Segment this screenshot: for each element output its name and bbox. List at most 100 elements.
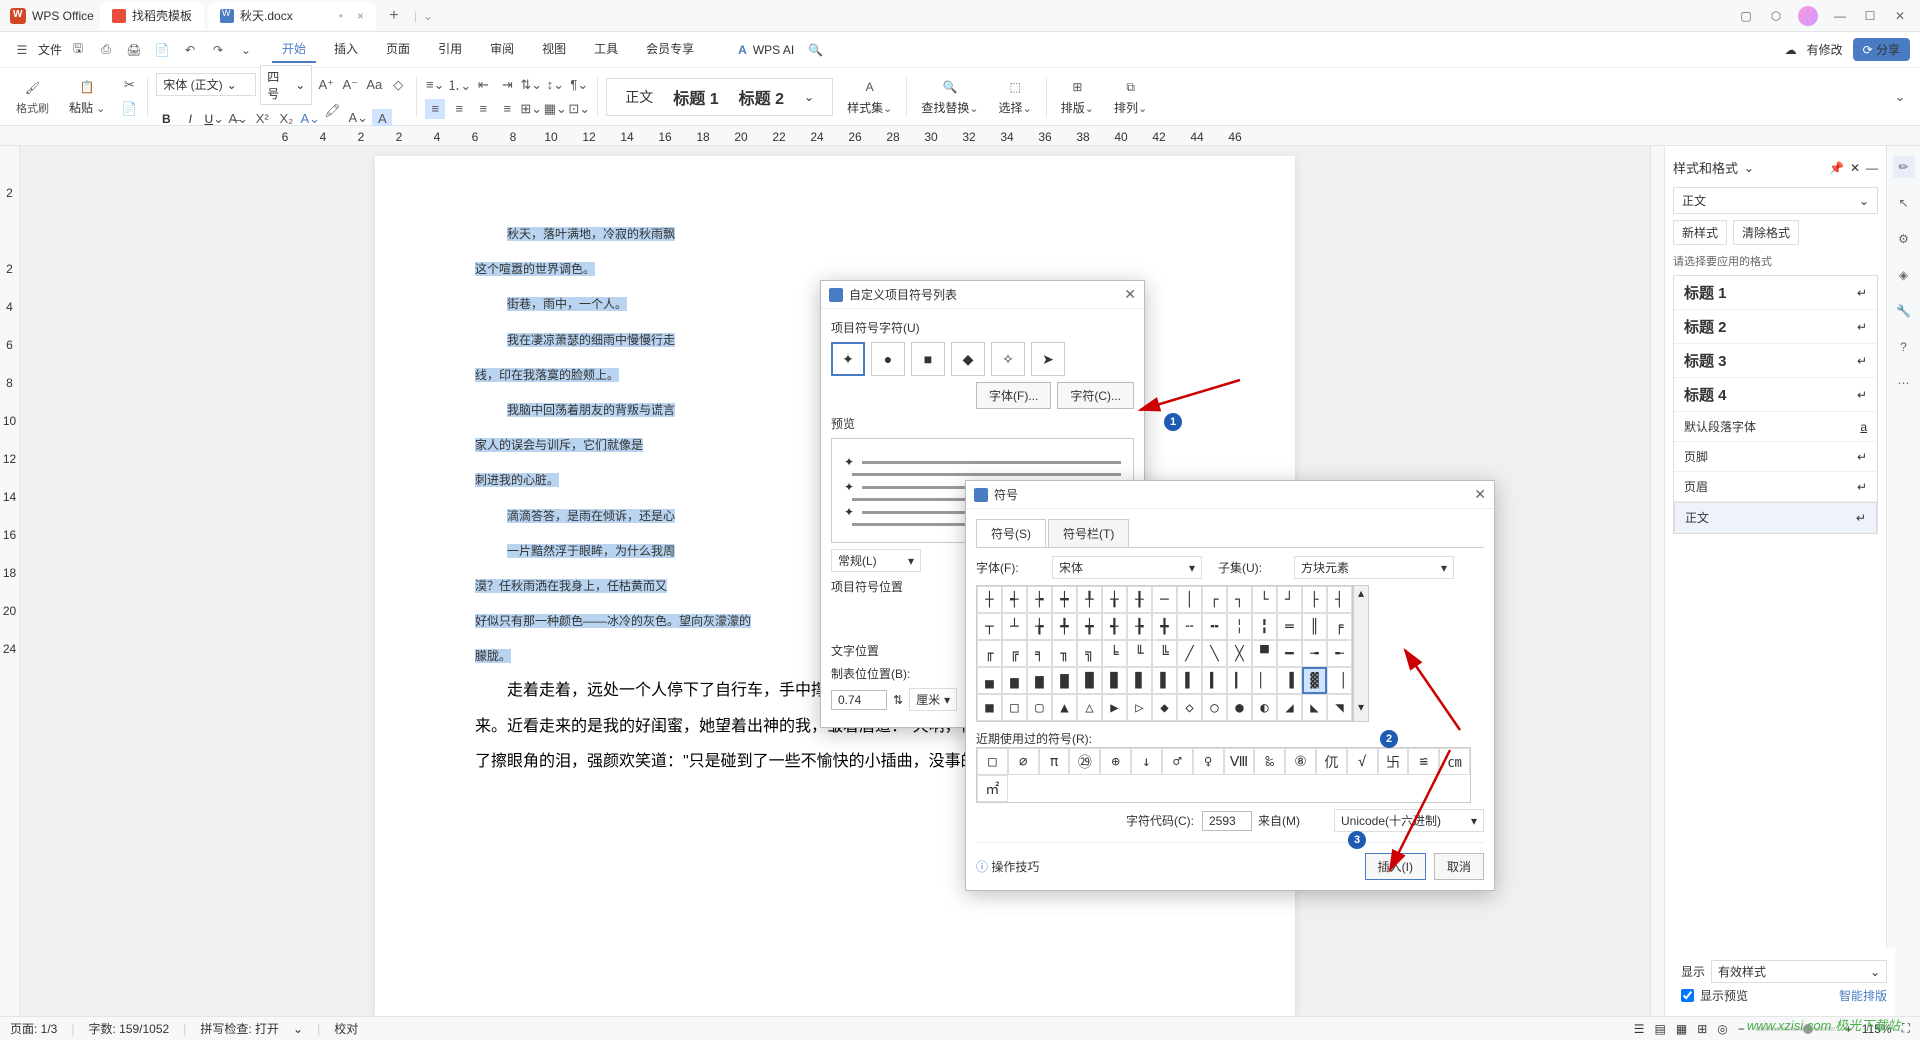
tab-page[interactable]: 页面: [376, 36, 420, 63]
symbol-cell[interactable]: ▄: [977, 667, 1002, 694]
close-dialog-icon[interactable]: ✕: [1124, 286, 1136, 303]
export-icon[interactable]: ⎙: [94, 38, 118, 62]
symbol-cell[interactable]: ┐: [1227, 586, 1252, 613]
symbol-cell[interactable]: ▆: [1027, 667, 1052, 694]
chevron-down-icon[interactable]: ⌄: [423, 9, 433, 23]
symbol-cell[interactable]: ◢: [1277, 694, 1302, 721]
style-item-header[interactable]: 页眉↵: [1674, 472, 1877, 502]
symbol-cell[interactable]: ║: [1302, 613, 1327, 640]
line-spacing-icon[interactable]: ⇅⌄: [521, 75, 541, 95]
symbol-cell[interactable]: ▏: [1252, 667, 1277, 694]
decrease-indent-icon[interactable]: ⇤: [473, 75, 493, 95]
window-icon[interactable]: ▢: [1738, 8, 1754, 24]
show-marks-icon[interactable]: ¶⌄: [569, 75, 589, 95]
subset-select[interactable]: 方块元素▾: [1294, 556, 1454, 579]
tab-tools[interactable]: 工具: [584, 36, 628, 63]
bullet-option[interactable]: ✦: [831, 342, 865, 376]
char-code-input[interactable]: [1202, 811, 1252, 831]
symbol-cell[interactable]: ├: [1302, 586, 1327, 613]
symbol-cell[interactable]: ▌: [1177, 667, 1202, 694]
symbol-cell[interactable]: ▊: [1127, 667, 1152, 694]
symbol-cell[interactable]: ━: [1277, 640, 1302, 667]
vertical-ruler[interactable]: 2246810121416182024: [0, 146, 20, 1016]
recent-symbol-cell[interactable]: ㎝: [1439, 748, 1470, 775]
recent-symbol-cell[interactable]: 㐳: [1316, 748, 1347, 775]
tips-link[interactable]: ⓘ 操作技巧: [976, 858, 1039, 875]
tab-document[interactable]: 秋天.docx•×: [208, 2, 376, 30]
show-filter-select[interactable]: 有效样式⌄: [1711, 960, 1887, 983]
maximize-icon[interactable]: ☐: [1862, 8, 1878, 24]
tab-insert[interactable]: 插入: [324, 36, 368, 63]
symbol-cell[interactable]: ╂: [1127, 586, 1152, 613]
symbol-grid[interactable]: ┼┽┾┿╀╁╂─│┌┐└┘├┤┬┴╆╇╈╉╊╋╌╍╎╏═║╒╓╔╕╖╗╘╙╚╱╲…: [976, 585, 1353, 722]
bullet-list-icon[interactable]: ≡⌄: [425, 75, 445, 95]
font-select[interactable]: 宋体▾: [1052, 556, 1202, 579]
clear-format-button[interactable]: 清除格式: [1733, 220, 1799, 245]
size-select[interactable]: 四号⌄: [260, 65, 312, 105]
recent-symbol-cell[interactable]: Ⅷ: [1224, 748, 1255, 775]
tab-reference[interactable]: 引用: [428, 36, 472, 63]
symbol-cell[interactable]: ╀: [1077, 586, 1102, 613]
symbol-cell[interactable]: ▎: [1227, 667, 1252, 694]
current-style-select[interactable]: 正文⌄: [1673, 187, 1878, 214]
symbol-cell[interactable]: ╱: [1177, 640, 1202, 667]
tab-view[interactable]: 视图: [532, 36, 576, 63]
vertical-scrollbar[interactable]: [1650, 146, 1664, 1016]
symbol-cell[interactable]: ◆: [1152, 694, 1177, 721]
symbol-cell[interactable]: ◇: [1177, 694, 1202, 721]
symbol-cell[interactable]: ▉: [1102, 667, 1127, 694]
bullet-option[interactable]: ➤: [1031, 342, 1065, 376]
symbol-cell[interactable]: ╚: [1152, 640, 1177, 667]
symbol-cell[interactable]: ╘: [1102, 640, 1127, 667]
collapse-ribbon-icon[interactable]: ⌄: [1890, 87, 1910, 107]
style-item-h4[interactable]: 标题 4↵: [1674, 378, 1877, 412]
smart-layout-link[interactable]: 智能排版: [1839, 987, 1887, 1004]
find-replace-button[interactable]: 🔍查找替换⌄: [915, 77, 984, 116]
symbol-cell[interactable]: ╔: [1002, 640, 1027, 667]
number-list-icon[interactable]: ⒈⌄: [449, 75, 469, 95]
preview-icon[interactable]: 📄: [150, 38, 174, 62]
symbol-cell[interactable]: ╖: [1052, 640, 1077, 667]
undo-icon[interactable]: ↶: [178, 38, 202, 62]
symbol-cell[interactable]: ▢: [1027, 694, 1052, 721]
font-button[interactable]: 字体(F)...: [976, 382, 1051, 409]
cancel-button[interactable]: 取消: [1434, 853, 1484, 880]
symbol-cell[interactable]: ╼: [1302, 640, 1327, 667]
recent-symbol-cell[interactable]: ⊕: [1100, 748, 1131, 775]
arrange-button[interactable]: ⧉排列⌄: [1108, 77, 1153, 116]
border-icon[interactable]: ⊡⌄: [569, 99, 589, 119]
select-button[interactable]: ⬚选择⌄: [993, 77, 1038, 116]
char-button[interactable]: 字符(C)...: [1057, 382, 1134, 409]
symbol-cell[interactable]: ▋: [1152, 667, 1177, 694]
proof-status[interactable]: 校对: [334, 1020, 358, 1037]
symbol-cell[interactable]: ▶: [1102, 694, 1127, 721]
symbol-cell[interactable]: ┌: [1202, 586, 1227, 613]
share-button[interactable]: ⟳ 分享: [1853, 38, 1910, 61]
symbol-cell[interactable]: ═: [1277, 613, 1302, 640]
paste-button[interactable]: 📋粘贴 ⌄: [63, 77, 111, 116]
symbol-cell[interactable]: ╓: [977, 640, 1002, 667]
symbol-cell[interactable]: ▲: [1052, 694, 1077, 721]
symbol-cell[interactable]: ┾: [1027, 586, 1052, 613]
tab-symbol-bar[interactable]: 符号栏(T): [1048, 519, 1129, 547]
increase-font-icon[interactable]: A⁺: [316, 75, 336, 95]
symbol-cell[interactable]: ╲: [1202, 640, 1227, 667]
style-item-default-font[interactable]: 默认段落字体a: [1674, 412, 1877, 442]
preview-checkbox[interactable]: [1681, 989, 1694, 1002]
page-status[interactable]: 页面: 1/3: [10, 1020, 57, 1037]
select-tool-icon[interactable]: ✏: [1893, 156, 1915, 178]
more-icon[interactable]: ⋯: [1893, 372, 1915, 394]
symbol-cell[interactable]: ╕: [1027, 640, 1052, 667]
style-item-h3[interactable]: 标题 3↵: [1674, 344, 1877, 378]
bullet-option[interactable]: ■: [911, 342, 945, 376]
symbol-cell[interactable]: ◣: [1302, 694, 1327, 721]
symbol-cell[interactable]: ╇: [1052, 613, 1077, 640]
format-brush-button[interactable]: 🖌格式刷: [10, 78, 55, 116]
recent-symbol-cell[interactable]: □: [977, 748, 1008, 775]
styleset-button[interactable]: A样式集⌄: [841, 77, 898, 116]
symbol-cell[interactable]: ─: [1152, 586, 1177, 613]
tab-symbols[interactable]: 符号(S): [976, 519, 1046, 547]
menu-icon[interactable]: ☰: [10, 38, 34, 62]
style-item-h1[interactable]: 标题 1↵: [1674, 276, 1877, 310]
recent-symbol-cell[interactable]: 卐: [1378, 748, 1409, 775]
